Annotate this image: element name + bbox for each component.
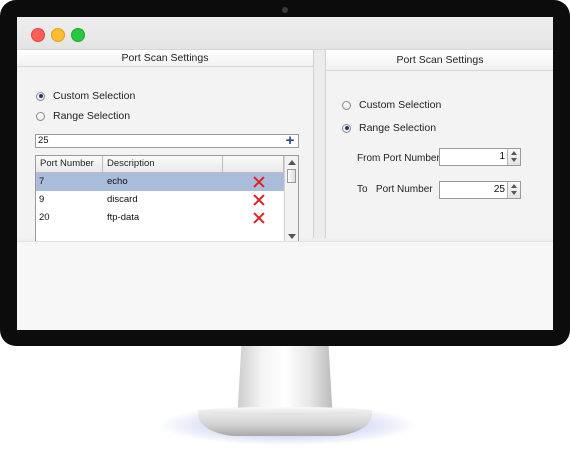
to-port-value[interactable]: 25 [494, 182, 505, 198]
table-header: Port Number Description [36, 156, 284, 173]
scroll-down-arrow-icon[interactable] [288, 234, 296, 239]
radio-range-selection[interactable]: Range Selection [342, 122, 436, 134]
table-row[interactable]: 7 echo [36, 173, 284, 191]
decrement-arrow-icon[interactable] [511, 191, 517, 195]
scroll-thumb[interactable] [287, 169, 296, 183]
increment-arrow-icon[interactable] [511, 184, 517, 188]
port-number-cell: 7 [39, 176, 45, 187]
window-titlebar[interactable] [17, 17, 553, 50]
radio-unselected-icon[interactable] [342, 100, 351, 110]
radio-selected-icon[interactable] [36, 91, 45, 101]
window-content-empty-area [17, 241, 553, 330]
column-header-port-number[interactable]: Port Number [36, 156, 103, 172]
port-number-cell: 20 [39, 212, 50, 223]
monitor-bezel: Port Scan Settings Custom Selection Rang… [0, 0, 570, 346]
from-port-stepper[interactable]: 1 [439, 148, 521, 166]
port-scan-settings-custom-panel: Port Scan Settings Custom Selection Rang… [17, 50, 314, 244]
zoom-window-button[interactable] [71, 28, 85, 42]
radio-label: Range Selection [359, 122, 437, 134]
panel-divider [314, 50, 325, 238]
description-cell: ftp-data [107, 212, 140, 223]
scroll-up-arrow-icon[interactable] [288, 160, 296, 165]
port-scan-settings-range-panel: Port Scan Settings Custom Selection Rang… [325, 50, 553, 238]
close-window-button[interactable] [31, 28, 45, 42]
to-port-label: To Port Number [357, 184, 433, 195]
delete-x-icon[interactable] [253, 176, 265, 188]
radio-range-selection[interactable]: Range Selection [36, 110, 130, 122]
stepper-buttons[interactable] [507, 149, 520, 165]
radio-label: Range Selection [53, 110, 131, 122]
decrement-arrow-icon[interactable] [511, 158, 517, 162]
radio-label: Custom Selection [359, 99, 442, 111]
plus-icon: + [285, 132, 295, 149]
radio-unselected-icon[interactable] [36, 111, 45, 121]
port-number-input[interactable]: 25 [35, 134, 299, 148]
radio-label: Custom Selection [53, 90, 136, 102]
camera-icon [282, 7, 288, 13]
table-row[interactable]: 20 ftp-data [36, 209, 284, 227]
radio-custom-selection[interactable]: Custom Selection [36, 90, 135, 102]
to-port-stepper[interactable]: 25 [439, 181, 521, 199]
radio-selected-icon[interactable] [342, 123, 351, 133]
column-header-description[interactable]: Description [103, 156, 223, 172]
minimize-window-button[interactable] [51, 28, 65, 42]
add-port-button[interactable]: + [282, 133, 298, 149]
monitor-stand-base-top [198, 407, 372, 415]
port-number-cell: 9 [39, 194, 45, 205]
app-window: Port Scan Settings Custom Selection Rang… [17, 17, 553, 330]
from-port-value[interactable]: 1 [499, 149, 505, 165]
delete-x-icon[interactable] [253, 194, 265, 206]
from-port-label: From Port Number [357, 153, 440, 164]
description-cell: discard [107, 194, 138, 205]
description-cell: echo [107, 176, 128, 187]
increment-arrow-icon[interactable] [511, 151, 517, 155]
table-vertical-scrollbar[interactable] [284, 156, 298, 243]
delete-x-icon[interactable] [253, 212, 265, 224]
radio-custom-selection[interactable]: Custom Selection [342, 99, 441, 111]
panel-title: Port Scan Settings [326, 50, 553, 71]
stepper-buttons[interactable] [507, 182, 520, 198]
panel-title: Port Scan Settings [17, 50, 313, 67]
table-row[interactable]: 9 discard [36, 191, 284, 209]
port-list-table: Port Number Description 7 echo 9 discard… [35, 155, 299, 244]
column-header-actions [223, 156, 284, 172]
